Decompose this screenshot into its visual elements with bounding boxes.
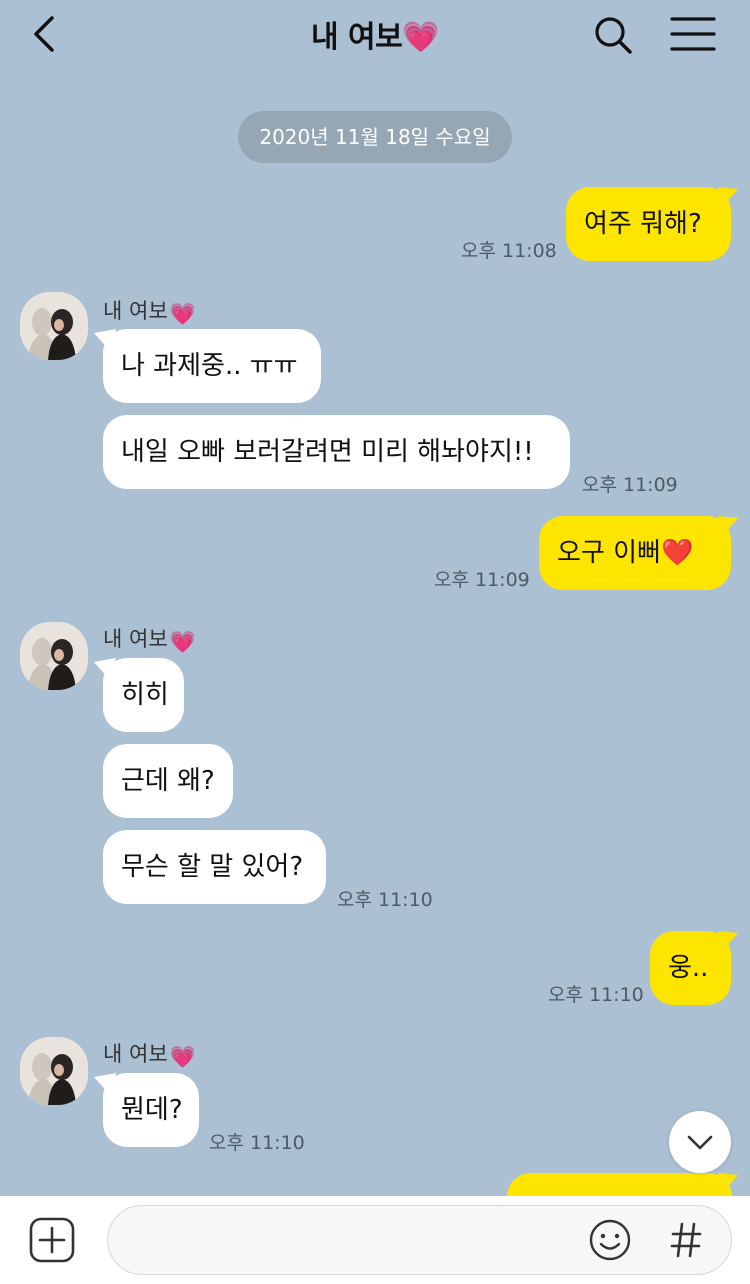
scroll-to-bottom-button[interactable]	[669, 1111, 731, 1173]
menu-button[interactable]	[668, 14, 718, 54]
pink-heart-emoji: 💗	[169, 630, 196, 654]
bubble-tail	[718, 516, 738, 536]
sender-name-text: 내 여보	[103, 299, 168, 323]
avatar-photo	[20, 1037, 88, 1105]
red-heart-emoji: ❤️	[660, 538, 694, 568]
their-message-bubble[interactable]: 근데 왜?	[103, 744, 233, 818]
search-button[interactable]	[590, 12, 636, 58]
message-input-bar	[0, 1196, 750, 1284]
hash-icon	[670, 1222, 702, 1258]
message-time: 오후 11:10	[548, 984, 644, 1006]
pink-heart-emoji: 💗	[169, 302, 196, 326]
sender-name-text: 내 여보	[103, 627, 168, 651]
my-message-bubble[interactable]: 여주 뭐해?	[566, 187, 731, 261]
sender-name: 내 여보💗	[103, 295, 196, 327]
message-text: 무슨 할 말 있어?	[121, 852, 304, 882]
sender-name-text: 내 여보	[103, 1042, 168, 1066]
avatar-photo	[20, 622, 88, 690]
message-time: 오후 11:08	[461, 240, 557, 262]
message-text: 오구 이뻐	[557, 538, 661, 568]
message-text: 여주 뭐해?	[584, 209, 702, 239]
their-message-bubble[interactable]: 내일 오빠 보러갈려면 미리 해놔야지!!	[103, 415, 570, 489]
date-divider: 2020년 11월 18일 수요일	[238, 111, 512, 163]
their-message-bubble[interactable]: 뭔데?	[103, 1073, 199, 1147]
chat-title: 내 여보💗	[0, 12, 750, 56]
sender-name: 내 여보💗	[103, 623, 196, 655]
bubble-tail	[718, 1173, 738, 1193]
plus-square-icon	[29, 1217, 75, 1263]
avatar[interactable]	[20, 622, 88, 690]
search-icon	[595, 17, 632, 54]
hamburger-menu-icon	[670, 17, 716, 51]
attach-button[interactable]	[28, 1216, 76, 1264]
message-text: 근데 왜?	[121, 766, 215, 796]
avatar[interactable]	[20, 292, 88, 360]
my-message-bubble[interactable]: 오구 이뻐❤️	[539, 516, 731, 590]
their-message-bubble[interactable]: 히히	[103, 658, 184, 732]
message-text: 히히	[121, 680, 169, 710]
pink-heart-emoji: 💗	[402, 20, 440, 55]
chat-title-text: 내 여보	[310, 20, 403, 55]
their-message-bubble[interactable]: 무슨 할 말 있어?	[103, 830, 326, 904]
message-text: 내일 오빠 보러갈려면 미리 해놔야지!!	[121, 437, 534, 467]
message-text: 나 과제중.. ㅠㅠ	[121, 351, 298, 381]
emoji-button[interactable]	[588, 1218, 632, 1262]
message-input[interactable]	[107, 1205, 732, 1275]
bubble-tail	[718, 931, 738, 951]
message-text: 뭔데?	[121, 1095, 183, 1125]
avatar-photo	[20, 292, 88, 360]
smiley-icon	[589, 1219, 631, 1261]
chat-header: 내 여보💗	[0, 0, 750, 80]
pink-heart-emoji: 💗	[169, 1045, 196, 1069]
message-time: 오후 11:09	[582, 474, 678, 496]
message-time: 오후 11:09	[434, 569, 530, 591]
their-message-bubble[interactable]: 나 과제중.. ㅠㅠ	[103, 329, 321, 403]
message-text: 웅..	[668, 953, 709, 983]
sender-name: 내 여보💗	[103, 1038, 196, 1070]
avatar[interactable]	[20, 1037, 88, 1105]
bubble-tail	[718, 187, 738, 207]
message-time: 오후 11:10	[209, 1132, 305, 1154]
message-time: 오후 11:10	[337, 889, 433, 911]
chevron-down-icon	[687, 1135, 713, 1150]
hashtag-button[interactable]	[668, 1218, 704, 1262]
